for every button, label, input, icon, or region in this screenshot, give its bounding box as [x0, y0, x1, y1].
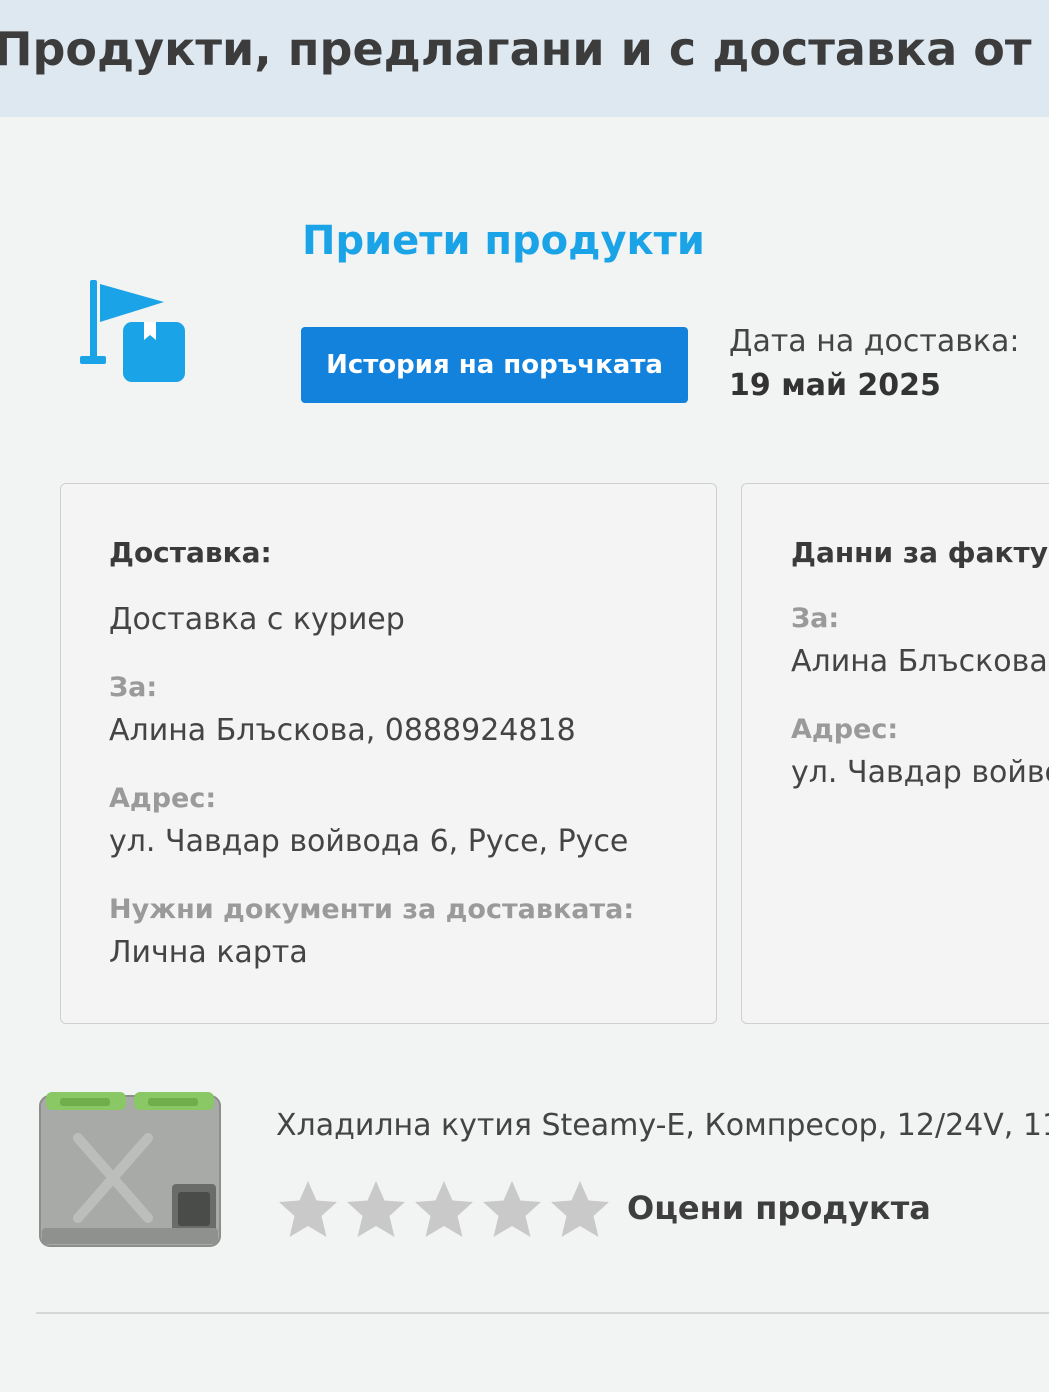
flag-box-icon: [78, 276, 188, 388]
billing-for-label: За:: [791, 603, 840, 634]
delivery-documents: Лична карта: [109, 935, 308, 970]
delivery-card: Доставка: Доставка с куриер За: Алина Бл…: [60, 483, 717, 1024]
billing-address-label: Адрес:: [791, 714, 899, 745]
product-image[interactable]: [38, 1088, 222, 1250]
delivery-heading: Доставка:: [109, 536, 272, 569]
rate-product-link[interactable]: Оцени продукта: [627, 1189, 931, 1227]
star-icon[interactable]: [344, 1178, 408, 1242]
rating-stars[interactable]: [276, 1178, 612, 1242]
delivery-documents-label: Нужни документи за доставката:: [109, 894, 635, 925]
star-icon[interactable]: [276, 1178, 340, 1242]
delivery-date-value: 19 май 2025: [729, 368, 941, 403]
delivery-for-label: За:: [109, 672, 158, 703]
delivery-method: Доставка с куриер: [109, 602, 405, 637]
star-icon[interactable]: [548, 1178, 612, 1242]
divider: [36, 1312, 1049, 1314]
page-header: Продукти, предлагани и с доставка от eMA…: [0, 0, 1049, 117]
product-name[interactable]: Хладилна кутия Steamy-E, Компресор, 12/2…: [276, 1108, 1049, 1143]
star-icon[interactable]: [412, 1178, 476, 1242]
delivery-address: ул. Чавдар войвода 6, Русе, Русе: [109, 824, 629, 859]
billing-card: Данни за фактура За: Алина Блъскова Адре…: [741, 483, 1049, 1024]
billing-recipient: Алина Блъскова: [791, 644, 1048, 679]
delivery-recipient: Алина Блъскова, 0888924818: [109, 713, 576, 748]
billing-heading: Данни за фактура: [791, 536, 1049, 569]
page-title: Продукти, предлагани и с доставка от eMA…: [0, 22, 1049, 76]
billing-address: ул. Чавдар войвода: [791, 755, 1049, 790]
order-history-button[interactable]: История на поръчката: [301, 327, 688, 403]
delivery-address-label: Адрес:: [109, 783, 217, 814]
status-title: Приети продукти: [302, 218, 705, 264]
star-icon[interactable]: [480, 1178, 544, 1242]
delivery-date-label: Дата на доставка:: [729, 324, 1020, 359]
